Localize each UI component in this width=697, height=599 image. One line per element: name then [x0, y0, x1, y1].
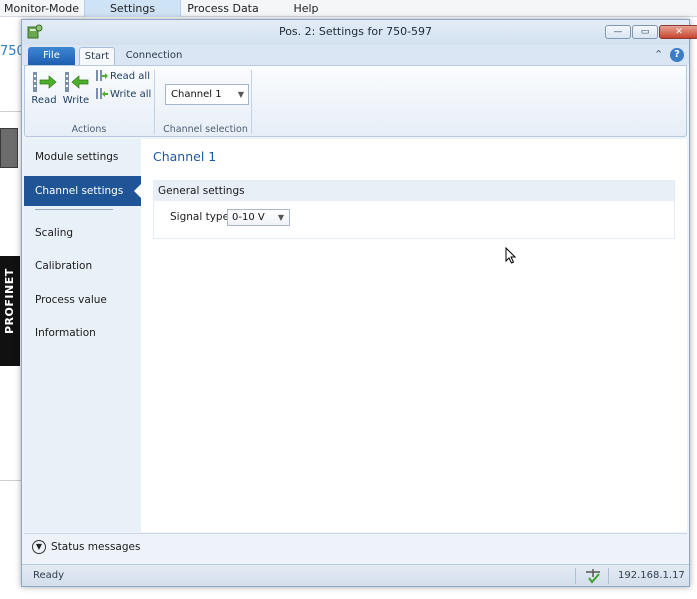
- read-all-button[interactable]: Read all: [95, 69, 150, 85]
- menu-process-data[interactable]: Process Data: [181, 0, 265, 17]
- section-header: General settings: [154, 181, 674, 201]
- signal-type-value: 0-10 V: [232, 212, 265, 223]
- tab-connection[interactable]: Connection: [122, 47, 186, 65]
- minimize-button[interactable]: —: [605, 25, 631, 39]
- maximize-button[interactable]: ▭: [632, 25, 658, 39]
- settings-dialog: Pos. 2: Settings for 750-597 — ▭ ✕ File …: [21, 19, 697, 587]
- tab-start[interactable]: Start: [79, 47, 115, 65]
- read-button[interactable]: Read: [29, 68, 59, 112]
- read-icon: [33, 72, 57, 92]
- channel-settings-content: Channel 1 General settings Signal type 0…: [141, 139, 687, 532]
- status-messages-label: Status messages: [51, 541, 141, 553]
- mouse-cursor-icon: [505, 247, 517, 264]
- status-separator: [575, 568, 576, 584]
- expand-chevron-icon[interactable]: ▼: [32, 540, 46, 554]
- signal-type-label: Signal type: [170, 211, 230, 223]
- nav-module-settings[interactable]: Module settings: [24, 142, 141, 172]
- background-rule-lower: [0, 480, 22, 481]
- network-connected-icon: [586, 569, 600, 584]
- dialog-title: Pos. 2: Settings for 750-597: [278, 25, 433, 38]
- ribbon-tabs: File Start Connection ⌃ ?: [22, 45, 689, 65]
- read-label: Read: [31, 95, 57, 106]
- channel-selection-group-label: Channel selection: [163, 124, 248, 135]
- device-module-icon[interactable]: [0, 128, 18, 168]
- write-button[interactable]: Write: [61, 68, 91, 112]
- chevron-down-icon: ▼: [277, 213, 284, 222]
- write-all-label: Write all: [110, 89, 152, 100]
- write-all-icon: [96, 88, 108, 99]
- status-separator-2: [608, 568, 609, 584]
- menu-help[interactable]: Help: [275, 0, 337, 17]
- write-icon: [65, 72, 89, 92]
- help-icon[interactable]: ?: [670, 48, 684, 62]
- menu-settings[interactable]: Settings: [84, 0, 181, 17]
- read-all-icon: [96, 70, 108, 81]
- background-rule: [0, 111, 22, 112]
- channel-select-value: Channel 1: [171, 89, 222, 100]
- nav-calibration[interactable]: Calibration: [24, 251, 141, 281]
- chevron-down-icon: ▼: [237, 90, 244, 99]
- nav-information[interactable]: Information: [24, 318, 141, 348]
- nav-scaling[interactable]: Scaling: [24, 218, 141, 248]
- nav-channel-settings[interactable]: Channel settings: [24, 176, 142, 206]
- settings-nav: Module settings Channel settings Scaling…: [24, 139, 142, 532]
- ip-address: 192.168.1.17: [618, 570, 685, 581]
- menu-monitor-mode[interactable]: Monitor-Mode: [0, 0, 83, 17]
- nav-process-value[interactable]: Process value: [24, 285, 141, 315]
- ribbon-group-separator-2: [251, 70, 252, 134]
- collapse-ribbon-icon[interactable]: ⌃: [654, 48, 663, 61]
- ribbon: Read Write Read all Write all Actions Ch…: [24, 65, 687, 137]
- general-settings-panel: General settings Signal type 0-10 V ▼: [153, 180, 675, 239]
- status-bar: Ready 192.168.1.17: [22, 564, 689, 586]
- status-text: Ready: [33, 570, 65, 581]
- title-bar[interactable]: Pos. 2: Settings for 750-597 — ▭ ✕: [22, 20, 697, 45]
- background-menubar: Monitor-Mode Settings Process Data Help: [0, 0, 697, 17]
- close-button[interactable]: ✕: [659, 25, 697, 39]
- signal-type-select[interactable]: 0-10 V ▼: [227, 209, 290, 226]
- nav-channel-settings-label: Channel settings: [35, 185, 124, 197]
- profinet-label: PROFINET: [3, 268, 16, 334]
- page-title: Channel 1: [153, 149, 217, 164]
- write-label: Write: [62, 95, 90, 106]
- status-messages-bar[interactable]: ▼ Status messages: [24, 533, 687, 559]
- write-all-button[interactable]: Write all: [95, 87, 151, 103]
- channel-select[interactable]: Channel 1 ▼: [165, 84, 249, 105]
- read-all-label: Read all: [110, 71, 150, 82]
- actions-group-label: Actions: [71, 124, 107, 135]
- tab-file[interactable]: File: [28, 47, 75, 65]
- nav-divider: [35, 209, 113, 210]
